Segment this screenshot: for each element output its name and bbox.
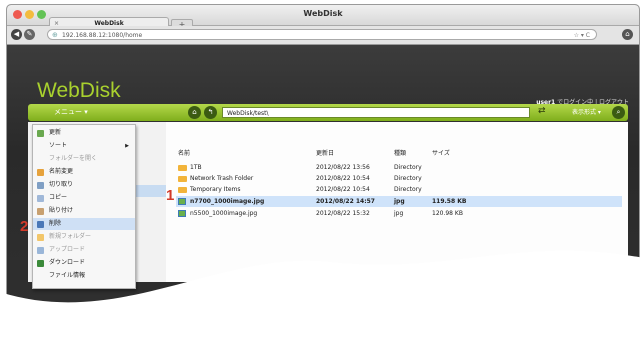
page-curl-decoration — [0, 250, 644, 340]
